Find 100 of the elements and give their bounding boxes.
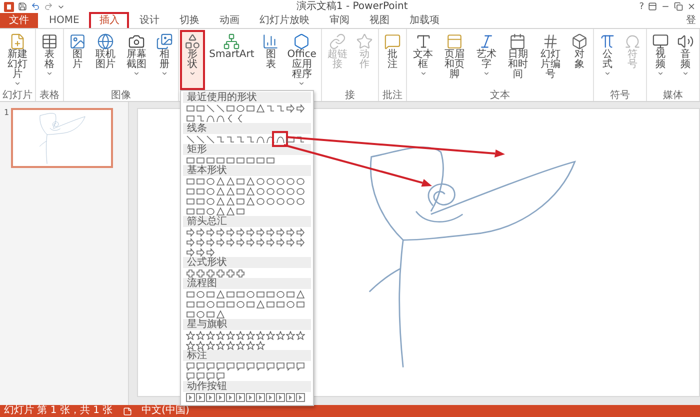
plus-icon[interactable] bbox=[236, 268, 245, 278]
action-button-icon[interactable] bbox=[226, 392, 235, 402]
star-icon[interactable] bbox=[196, 330, 205, 340]
account-name[interactable]: 登 bbox=[686, 13, 696, 28]
star-icon[interactable] bbox=[246, 330, 255, 340]
star-icon[interactable] bbox=[296, 330, 305, 340]
star-icon[interactable] bbox=[276, 330, 285, 340]
ribbon-button[interactable]: 幻灯片编号 bbox=[534, 30, 568, 90]
ribbon-button[interactable]: 音频 bbox=[673, 30, 698, 90]
plus-icon[interactable] bbox=[196, 268, 205, 278]
triangle-icon[interactable] bbox=[216, 310, 225, 318]
star-icon[interactable] bbox=[196, 340, 205, 350]
star-icon[interactable] bbox=[256, 340, 265, 350]
section-heading: 矩形 bbox=[183, 144, 312, 155]
ribbon-button[interactable]: 图表 bbox=[258, 30, 284, 90]
slide-thumbnail[interactable] bbox=[11, 108, 114, 168]
triangle-icon[interactable] bbox=[216, 290, 225, 298]
action-button-icon[interactable] bbox=[246, 392, 255, 402]
group-label: 符号 bbox=[609, 90, 632, 101]
star-icon[interactable] bbox=[226, 340, 235, 350]
ribbon-button[interactable]: 对象 bbox=[567, 30, 592, 90]
section-heading: 星与旗帜 bbox=[183, 319, 312, 330]
ribbon-button[interactable]: Office 应用程序 bbox=[283, 30, 320, 90]
star-icon[interactable] bbox=[186, 340, 195, 350]
group-label: 文本 bbox=[488, 90, 511, 101]
ribbon-button[interactable]: 艺术字 bbox=[471, 30, 502, 90]
ribbon-button[interactable]: 公式 bbox=[595, 30, 620, 90]
star-icon[interactable] bbox=[286, 330, 295, 340]
hexagon-icon bbox=[293, 33, 310, 50]
connector-icon[interactable] bbox=[296, 134, 305, 144]
star-icon[interactable] bbox=[256, 330, 265, 340]
star-icon[interactable] bbox=[266, 330, 275, 340]
triangle-icon[interactable] bbox=[296, 290, 305, 298]
action-button-icon[interactable] bbox=[196, 392, 205, 402]
connector-icon[interactable] bbox=[196, 114, 205, 122]
ribbon-button[interactable]: 新建幻灯片 bbox=[1, 30, 34, 90]
action-button-icon[interactable] bbox=[216, 392, 225, 402]
line-icon[interactable] bbox=[206, 134, 215, 144]
plus-icon[interactable] bbox=[226, 268, 235, 278]
star-icon[interactable] bbox=[216, 330, 225, 340]
flower-drawing bbox=[40, 113, 86, 164]
monitor-icon bbox=[652, 33, 670, 50]
ribbon-button[interactable]: 相册 bbox=[152, 30, 178, 90]
ribbon-button[interactable]: 文本框 bbox=[408, 30, 438, 90]
ribbon-display-icon[interactable] bbox=[648, 2, 657, 11]
rectangle-icon[interactable] bbox=[246, 104, 255, 112]
line-icon[interactable] bbox=[206, 104, 215, 112]
section-heading: 最近使用的形状 bbox=[183, 92, 312, 103]
ribbon-button[interactable]: 视频 bbox=[648, 30, 674, 90]
star-icon[interactable] bbox=[236, 340, 245, 350]
star-icon[interactable] bbox=[206, 330, 215, 340]
star-icon[interactable] bbox=[206, 340, 215, 350]
ribbon-button[interactable]: 形状 bbox=[180, 30, 206, 90]
ribbon-button[interactable]: 联机图片 bbox=[90, 30, 122, 90]
plus-icon[interactable] bbox=[216, 268, 225, 278]
action-button-icon[interactable] bbox=[276, 392, 285, 402]
notes-icon[interactable] bbox=[122, 406, 132, 416]
ribbon-tab[interactable]: 插入 bbox=[90, 13, 128, 28]
box-icon bbox=[571, 33, 588, 50]
ribbon-button[interactable]: SmartArt bbox=[205, 30, 258, 90]
ribbon-button[interactable]: 日期和时间 bbox=[501, 30, 534, 90]
star-icon[interactable] bbox=[246, 340, 255, 350]
action-button-icon[interactable] bbox=[266, 392, 275, 402]
oval-icon[interactable] bbox=[236, 104, 245, 112]
file-tab[interactable]: 文件 bbox=[0, 13, 38, 28]
window-title: 演示文稿1 - PowerPoint bbox=[295, 0, 409, 12]
ribbon-button[interactable]: 表格 bbox=[37, 30, 62, 90]
undo-icon[interactable] bbox=[31, 2, 40, 11]
star-icon[interactable] bbox=[216, 340, 225, 350]
ribbon-button[interactable]: 图片 bbox=[65, 30, 90, 90]
action-button-icon[interactable] bbox=[236, 392, 245, 402]
action-button-icon[interactable] bbox=[256, 392, 265, 402]
ribbon-button[interactable]: 批注 bbox=[380, 30, 405, 90]
plus-icon[interactable] bbox=[186, 268, 195, 278]
action-button-icon[interactable] bbox=[296, 392, 305, 402]
star-icon[interactable] bbox=[186, 330, 195, 340]
pi-icon bbox=[599, 33, 616, 50]
triangle-icon[interactable] bbox=[256, 300, 265, 308]
line-icon[interactable] bbox=[186, 134, 195, 144]
redo-icon[interactable] bbox=[44, 2, 53, 11]
action-button-icon[interactable] bbox=[186, 392, 195, 402]
ribbon-button[interactable]: 页眉和页脚 bbox=[438, 30, 472, 90]
group-label: 图像 bbox=[110, 90, 132, 101]
group-label: 批注 bbox=[381, 90, 404, 101]
triangle-icon[interactable] bbox=[256, 104, 265, 112]
line-icon[interactable] bbox=[196, 134, 205, 144]
close-icon[interactable] bbox=[687, 2, 696, 11]
help-button[interactable]: ? bbox=[639, 2, 644, 12]
line-icon[interactable] bbox=[216, 104, 225, 112]
page-header-icon bbox=[446, 33, 464, 50]
ribbon-button[interactable]: 屏幕截图 bbox=[121, 30, 152, 90]
rectangle-icon[interactable] bbox=[226, 104, 235, 112]
star-icon[interactable] bbox=[226, 330, 235, 340]
restore-icon[interactable] bbox=[674, 2, 683, 11]
plus-icon[interactable] bbox=[206, 268, 215, 278]
action-button-icon[interactable] bbox=[206, 392, 215, 402]
save-icon[interactable] bbox=[18, 2, 27, 11]
diagram-icon bbox=[223, 33, 240, 50]
star-icon[interactable] bbox=[236, 330, 245, 340]
action-button-icon[interactable] bbox=[286, 392, 295, 402]
